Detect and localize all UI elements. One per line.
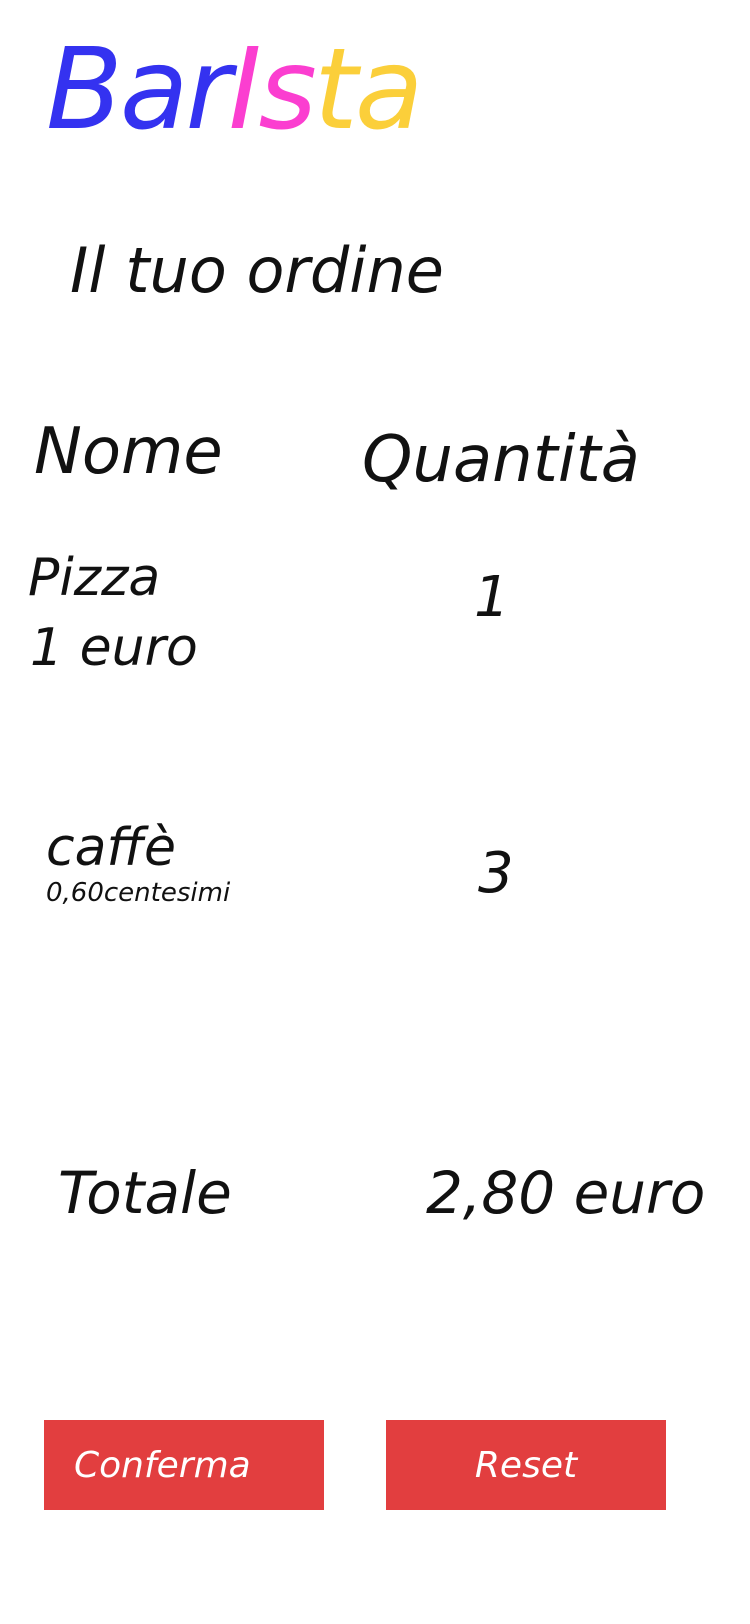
logo-part: ta: [313, 25, 424, 155]
page-title: Il tuo ordine: [70, 234, 444, 307]
item-name: caffè: [46, 818, 176, 878]
item-price: 1 euro: [30, 618, 198, 678]
item-price: 0,60centesimi: [46, 878, 231, 908]
item-name: Pizza: [28, 548, 161, 608]
total-value: 2,80 euro: [426, 1159, 706, 1227]
item-quantity: 3: [478, 841, 514, 906]
confirm-button[interactable]: Conferma: [44, 1420, 324, 1510]
column-header-quantity: Quantità: [362, 423, 640, 497]
logo-part: Bar: [46, 25, 232, 155]
logo-part: I: [228, 25, 262, 155]
total-label: Totale: [58, 1159, 232, 1227]
app-logo: BarIsta: [46, 34, 423, 146]
item-quantity: 1: [474, 565, 510, 630]
reset-button[interactable]: Reset: [386, 1420, 666, 1510]
logo-part: s: [258, 25, 317, 155]
column-header-name: Nome: [34, 415, 223, 489]
